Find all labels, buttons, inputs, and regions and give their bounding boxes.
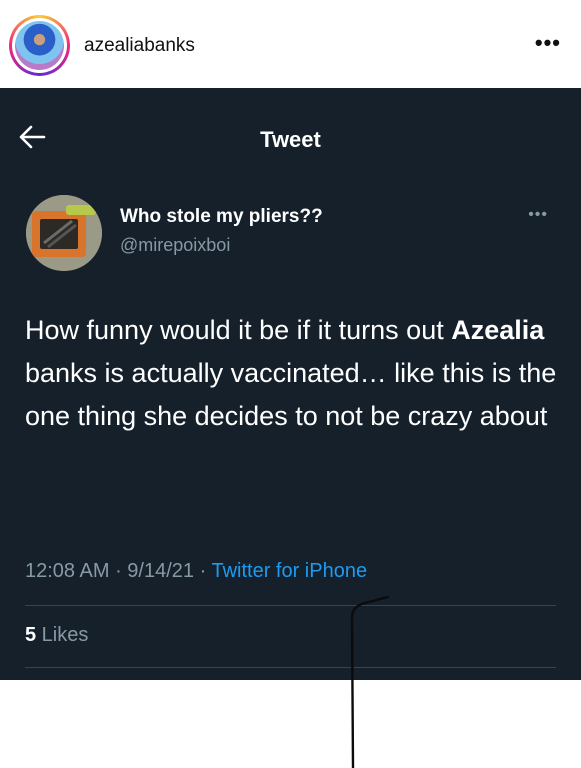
instagram-post-header: azealiabanks ••• (0, 0, 581, 88)
author-handle[interactable]: @mirepoixboi (120, 235, 230, 256)
tweet-text: How funny would it be if it turns out Az… (25, 315, 557, 431)
tweet-date: 9/14/21 (127, 560, 195, 582)
author-avatar-image (26, 195, 102, 271)
tweet-screenshot: Tweet Who stole my pliers?? @mirepoixboi… (0, 88, 581, 768)
divider (25, 605, 556, 606)
author-avatar[interactable] (26, 195, 102, 271)
tweet-metadata: 12:08 AM · 9/14/21 · Twitter for iPhone (25, 560, 368, 582)
more-horizontal-icon[interactable]: ••• (528, 206, 548, 224)
author-name[interactable]: Who stole my pliers?? (120, 206, 323, 228)
tweet-time: 12:08 AM (25, 560, 110, 582)
username[interactable]: azealiabanks (84, 35, 195, 57)
page-title: Tweet (260, 127, 321, 152)
avatar-image (15, 21, 64, 70)
drawn-pen-mark (350, 595, 390, 768)
divider (25, 667, 556, 668)
profile-avatar[interactable] (9, 15, 70, 76)
likes-count[interactable]: 5 Likes (25, 624, 88, 647)
more-horizontal-icon[interactable]: ••• (535, 30, 561, 56)
source-link[interactable]: Twitter for iPhone (211, 560, 367, 582)
bold-mention: Azealia (451, 315, 545, 345)
